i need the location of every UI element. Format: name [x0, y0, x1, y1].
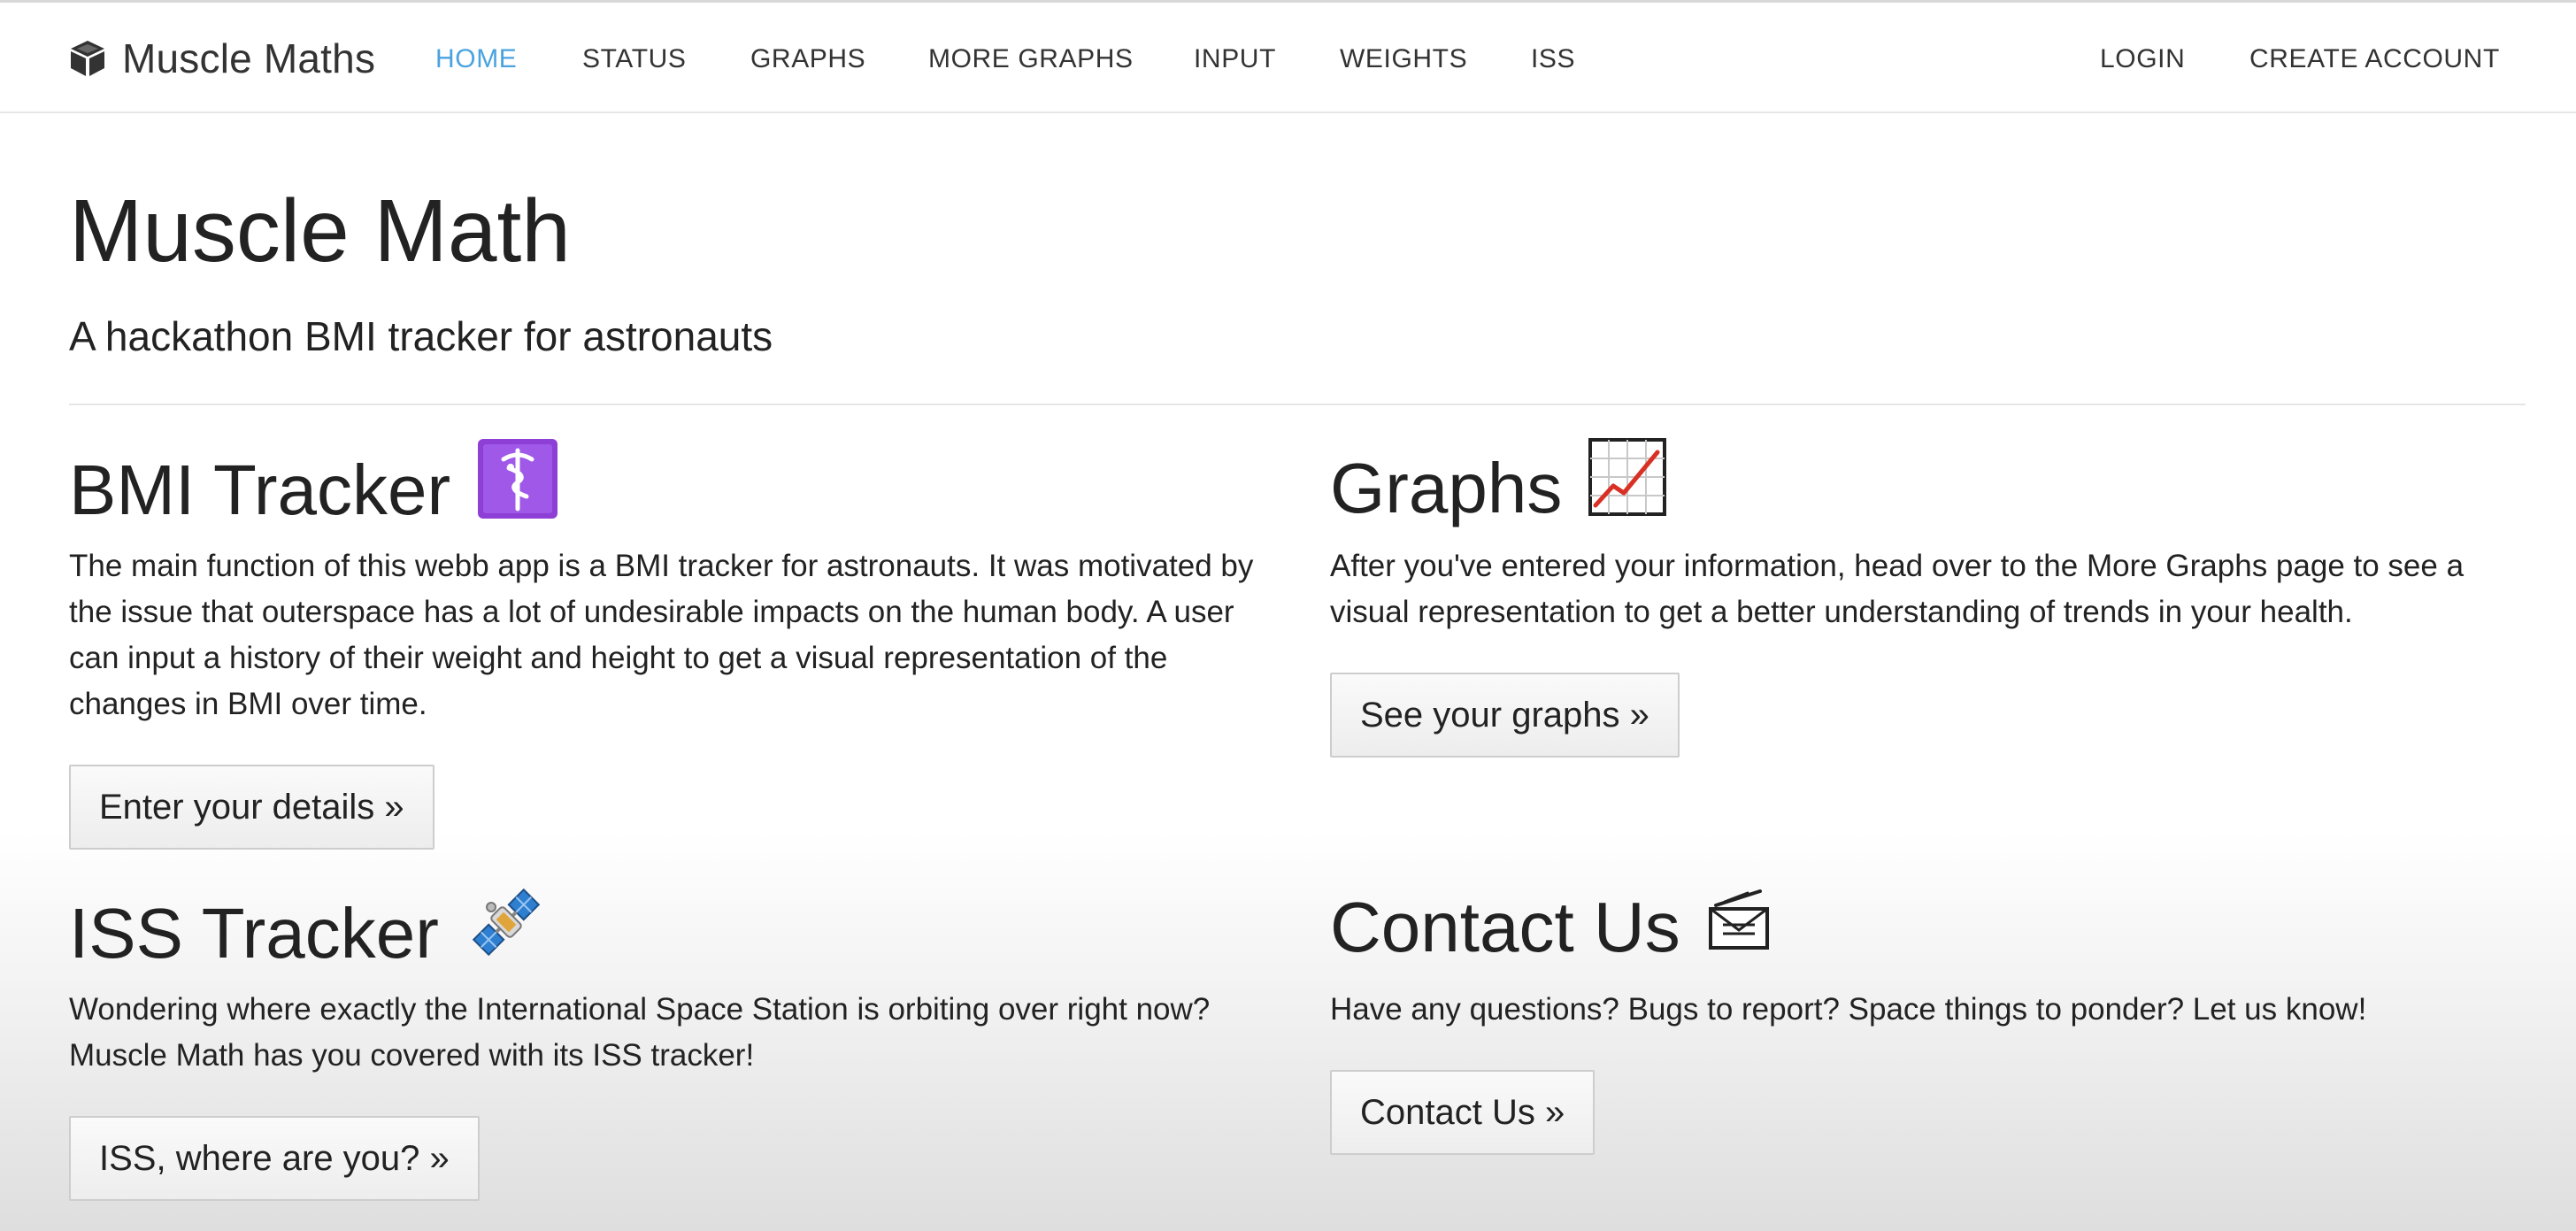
- iss-where-button[interactable]: ISS, where are you? »: [69, 1116, 480, 1201]
- incoming-envelope-icon: [1707, 881, 1771, 973]
- chart-increasing-icon: [1588, 438, 1667, 538]
- graphs-text: After you've entered your information, h…: [1330, 549, 2465, 629]
- nav-more-graphs[interactable]: MORE GRAPHS: [928, 38, 1134, 81]
- see-graphs-button[interactable]: See your graphs »: [1330, 673, 1680, 758]
- top-navbar: Muscle Maths HOME STATUS GRAPHS MORE GRA…: [0, 0, 2576, 113]
- contact-us-heading: Contact Us: [1330, 881, 1771, 973]
- nav-iss[interactable]: ISS: [1531, 38, 1575, 81]
- contact-us-button[interactable]: Contact Us »: [1330, 1070, 1596, 1155]
- iss-tracker-text: Wondering where exactly the Internationa…: [69, 992, 1211, 1073]
- contact-us-text: Have any questions? Bugs to report? Spac…: [1330, 992, 2367, 1027]
- page-subtitle: A hackathon BMI tracker for astronauts: [69, 313, 773, 359]
- nav-create-account[interactable]: CREATE ACCOUNT: [2249, 38, 2500, 81]
- iss-tracker-title: ISS Tracker: [69, 893, 439, 973]
- cube-icon: [71, 41, 104, 76]
- nav-weights[interactable]: WEIGHTS: [1340, 38, 1467, 81]
- brand-name: Muscle Maths: [122, 35, 376, 81]
- nav-login[interactable]: LOGIN: [2100, 38, 2185, 81]
- nav-status[interactable]: STATUS: [582, 38, 687, 81]
- bmi-tracker-title: BMI Tracker: [69, 450, 451, 529]
- nav-graphs[interactable]: GRAPHS: [750, 38, 865, 81]
- graphs-title: Graphs: [1330, 448, 1563, 527]
- nav-home[interactable]: HOME: [435, 38, 517, 81]
- nav-input[interactable]: INPUT: [1194, 38, 1276, 81]
- hero-divider: [69, 404, 2526, 405]
- enter-details-button[interactable]: Enter your details »: [69, 765, 434, 850]
- page-title: Muscle Math: [69, 181, 571, 281]
- satellite-icon: [465, 881, 547, 985]
- graphs-heading: Graphs: [1330, 438, 1667, 538]
- contact-us-title: Contact Us: [1330, 888, 1680, 966]
- medical-symbol-icon: [477, 438, 558, 542]
- brand-link[interactable]: Muscle Maths: [69, 29, 375, 88]
- bmi-tracker-text: The main function of this webb app is a …: [69, 549, 1254, 721]
- bmi-tracker-heading: BMI Tracker: [69, 438, 558, 542]
- iss-tracker-heading: ISS Tracker: [69, 881, 547, 985]
